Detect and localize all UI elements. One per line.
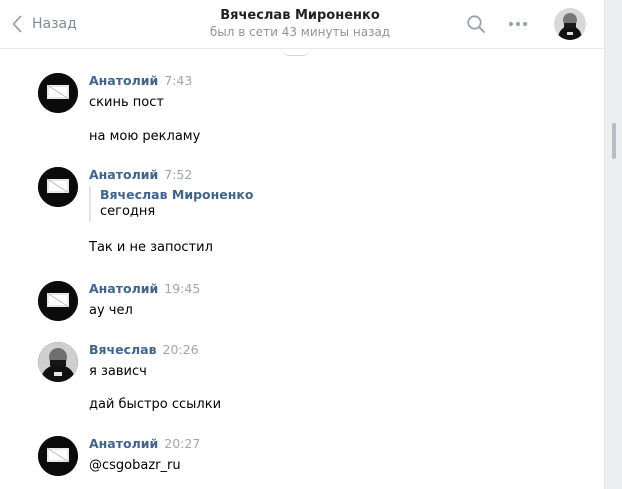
peer-name: Вячеслав Мироненко [220,8,380,23]
message-author[interactable]: Вячеслав [89,342,157,357]
forwarded-message[interactable]: Вячеслав Мироненко сегодня [89,186,253,222]
chat-window: Назад Вячеслав Мироненко был в сети 43 м… [0,0,622,489]
peer-status: был в сети 43 минуты назад [209,25,391,39]
forwarded-author[interactable]: Вячеслав Мироненко [100,186,253,203]
message-time[interactable]: 7:52 [164,167,192,182]
message-header: Вячеслав 20:26 [89,342,199,358]
message-text: @csgobazr_ru [89,458,181,473]
message-header: Анатолий 20:27 [89,436,200,452]
message-author[interactable]: Анатолий [89,436,158,451]
message-author[interactable]: Анатолий [89,281,158,296]
message-text: дай быстро ссылки [89,397,222,412]
message-text: ау чел [89,303,133,318]
back-button[interactable]: Назад [12,12,77,36]
message-time[interactable]: 20:26 [163,342,199,357]
message-text: скинь пост [89,95,164,110]
avatar[interactable] [38,167,78,207]
forwarded-text: сегодня [100,204,156,219]
message-time[interactable]: 19:45 [164,281,200,296]
message-group: Анатолий 20:27 @csgobazr_ru [38,436,598,480]
scrollbar-thumb[interactable] [612,123,616,159]
more-actions-button[interactable] [506,12,530,36]
conversation-title[interactable]: Вячеслав Мироненко был в сети 43 минуты … [180,7,420,41]
avatar[interactable] [38,436,78,476]
avatar[interactable] [38,342,78,382]
message-text: Так и не запостил [89,240,213,255]
message-time[interactable]: 7:43 [164,73,192,88]
message-time[interactable]: 20:27 [164,436,200,451]
history-divider [282,49,310,56]
message-header: Анатолий 7:52 [89,167,192,183]
message-group: Вячеслав 20:26 я зависч дай быстро ссылки [38,342,598,418]
back-label: Назад [32,16,77,32]
message-author[interactable]: Анатолий [89,73,158,88]
message-header: Анатолий 7:43 [89,73,192,89]
search-icon [467,15,485,33]
message-header: Анатолий 19:45 [89,281,200,297]
message-text: на мою рекламу [89,129,201,144]
chat-header: Назад Вячеслав Мироненко был в сети 43 м… [0,0,604,49]
avatar[interactable] [38,281,78,321]
message-author[interactable]: Анатолий [89,167,158,182]
peer-avatar[interactable] [554,8,586,40]
chevron-left-icon [12,15,22,33]
scrollbar-track[interactable] [604,0,622,489]
more-icon [508,21,528,27]
message-group: Анатолий 19:45 ау чел [38,281,598,325]
search-button[interactable] [464,12,488,36]
message-group: Анатолий 7:43 скинь пост на мою рекламу [38,73,598,153]
avatar[interactable] [38,73,78,113]
message-group: Анатолий 7:52 Вячеслав Мироненко сегодня … [38,167,598,267]
message-text: я зависч [89,364,147,379]
